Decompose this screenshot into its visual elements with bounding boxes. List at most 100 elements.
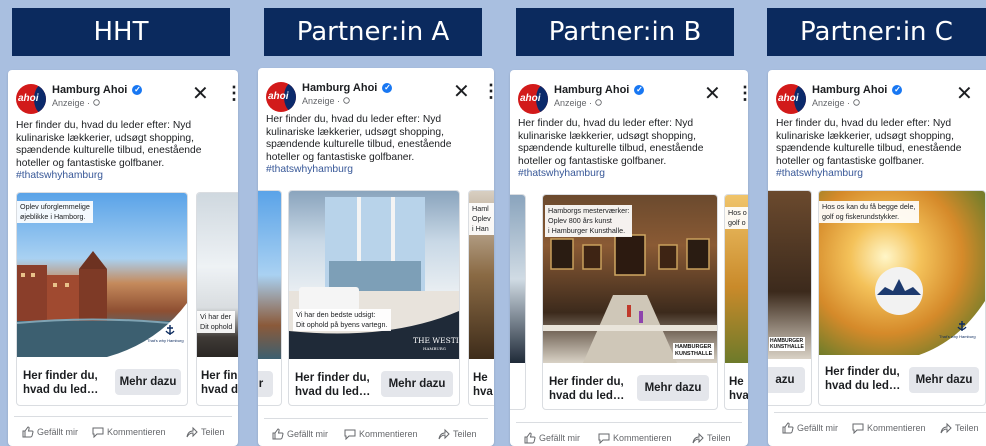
brand-name[interactable]: Hamburg Ahoi ✓ — [302, 82, 393, 94]
globe-icon — [852, 99, 860, 106]
slide-caption: Hos o golf o — [725, 207, 748, 229]
label-hht: HHT — [12, 8, 230, 56]
sponsored-label: Anzeige · — [302, 96, 350, 106]
close-icon[interactable]: ✕ — [192, 84, 209, 104]
more-options-icon[interactable]: ⋮ — [482, 82, 494, 100]
carousel-slide-prev[interactable]: r — [258, 190, 282, 406]
hashtag-link[interactable]: #thatswhyhamburg — [16, 170, 201, 183]
carousel-slide[interactable]: Hos os kan du få begge dele, golf og fisk… — [818, 190, 986, 406]
post-text: Her finder du, hvad du leder efter: Nyd k… — [776, 118, 962, 181]
share-button[interactable]: Teilen — [186, 426, 225, 438]
slide-caption: Vi har der Dit ophold — [197, 311, 236, 333]
share-button[interactable]: Teilen — [940, 422, 979, 434]
globe-icon — [342, 97, 350, 104]
label-partner-b: Partner:in B — [516, 8, 734, 56]
post-header: ahoi Hamburg Ahoi ✓ Anzeige · ✕ ⋮ — [266, 80, 494, 114]
brand-name[interactable]: Hamburg Ahoi ✓ — [812, 84, 903, 96]
comment-icon — [344, 429, 356, 441]
post-header: ahoi Hamburg Ahoi ✓ Anzeige · ✕ ⋮ — [16, 82, 238, 116]
carousel-slide[interactable]: Hamborgs mesterværker: Oplev 800 års kuns… — [542, 194, 718, 410]
kunsthalle-logo: HAMBURGER KUNSTHALLE — [673, 343, 715, 359]
more-options-icon[interactable]: ⋮ — [225, 84, 238, 102]
slide-caption: Hamborgs mesterværker: Oplev 800 års kuns… — [545, 205, 633, 237]
ad-card-partner-a: ahoi Hamburg Ahoi ✓ Anzeige · ✕ ⋮ Her fi… — [258, 68, 494, 446]
more-options-icon[interactable]: ⋮ — [736, 84, 748, 102]
like-button[interactable]: Gefällt mir — [272, 428, 328, 440]
close-icon[interactable]: ✕ — [453, 82, 470, 102]
sponsored-label: Anzeige · — [554, 98, 602, 108]
share-icon — [940, 422, 952, 434]
verified-icon: ✓ — [892, 85, 903, 95]
carousel-slide[interactable]: Vi har den bedste udsigt: Dit ophold på b… — [288, 190, 460, 406]
slide-headline: Her finder du, hvad du led… — [295, 372, 371, 398]
sponsored-label: Anzeige · — [52, 98, 100, 108]
brand-name[interactable]: Hamburg Ahoi ✓ — [52, 84, 143, 96]
comment-button[interactable]: Kommentieren — [92, 426, 166, 439]
more-info-button[interactable]: azu — [768, 367, 805, 393]
ad-card-hht: ahoi Hamburg Ahoi ✓ Anzeige · ✕ ⋮ Her fi… — [8, 70, 238, 446]
slide-image-hotel-room — [289, 191, 459, 359]
ad-card-partner-c: ahoi Hamburg Ahoi ✓ Anzeige · ✕ ⋮ Her fi… — [768, 70, 986, 446]
more-info-button[interactable]: r — [258, 371, 273, 397]
brand-avatar[interactable]: ahoi — [16, 84, 46, 114]
brand-avatar[interactable]: ahoi — [776, 84, 806, 114]
hashtag-link[interactable]: #thatswhyhamburg — [266, 164, 451, 177]
more-info-button[interactable]: Mehr dazu — [381, 371, 453, 397]
hashtag-link[interactable]: #thatswhyhamburg — [776, 168, 961, 181]
like-button[interactable]: Gefällt mir — [782, 422, 838, 434]
thumbs-up-icon — [782, 422, 794, 434]
comment-button[interactable]: Kommentieren — [852, 422, 926, 435]
comment-icon — [852, 423, 864, 435]
verified-icon: ✓ — [634, 85, 645, 95]
carousel-slide-prev[interactable] — [510, 194, 526, 410]
slide-image — [768, 191, 811, 359]
carousel-slide[interactable]: Oplev uforglemmelige øjeblikke i Hamborg.… — [16, 192, 188, 406]
more-info-button[interactable]: Mehr dazu — [909, 367, 979, 393]
anchor-icon — [165, 325, 175, 335]
verified-icon: ✓ — [382, 83, 393, 93]
thumbs-up-icon — [524, 432, 536, 444]
slide-headline: Her fin hvad d — [201, 370, 238, 396]
comment-button[interactable]: Kommentieren — [344, 428, 418, 441]
brand-avatar[interactable]: ahoi — [266, 82, 296, 112]
more-info-button[interactable]: Mehr dazu — [637, 375, 709, 401]
more-info-button[interactable]: Mehr dazu — [115, 369, 181, 395]
close-icon[interactable]: ✕ — [956, 84, 973, 104]
carousel-slide-next[interactable]: Haml Oplev i Han He hva — [468, 190, 494, 406]
share-icon — [438, 428, 450, 440]
carousel-slide-next[interactable]: Vi har der Dit ophold Her fin hvad d — [196, 192, 238, 406]
carousel-slide-prev[interactable]: HAMBURGER KUNSTHALLE azu — [768, 190, 812, 406]
sponsored-label: Anzeige · — [812, 98, 860, 108]
slide-image — [258, 191, 281, 359]
comment-icon — [92, 427, 104, 439]
verified-icon: ✓ — [132, 85, 143, 95]
post-header: ahoi Hamburg Ahoi ✓ Anzeige · ✕ ⋮ — [518, 82, 748, 116]
slide-caption: Vi har den bedste udsigt: Dit ophold på b… — [293, 309, 391, 331]
comment-icon — [598, 433, 610, 445]
slide-headline: He hva — [729, 376, 748, 402]
slide-headline: He hva — [473, 372, 493, 398]
slide-headline: Her finder du, hvad du led… — [825, 366, 901, 392]
post-text: Her finder du, hvad du leder efter: Nyd k… — [16, 120, 202, 183]
hashtag-link[interactable]: #thatswhyhamburg — [518, 168, 703, 181]
logo-mark: That's why Hamburg — [939, 334, 976, 339]
logo-mark: That's why Hamburg — [147, 338, 184, 343]
globe-icon — [92, 99, 100, 106]
brand-name[interactable]: Hamburg Ahoi ✓ — [554, 84, 645, 96]
brand-avatar[interactable]: ahoi — [518, 84, 548, 114]
close-icon[interactable]: ✕ — [704, 84, 721, 104]
comment-button[interactable]: Kommentieren — [598, 432, 672, 445]
thumbs-up-icon — [272, 428, 284, 440]
thumbs-up-icon — [22, 426, 34, 438]
label-partner-a: Partner:in A — [264, 8, 482, 56]
share-button[interactable]: Teilen — [438, 428, 477, 440]
like-button[interactable]: Gefällt mir — [524, 432, 580, 444]
slide-caption: Hos os kan du få begge dele, golf og fisk… — [819, 201, 919, 223]
post-actions: Gefällt mir Kommentieren Teilen — [14, 416, 232, 444]
slide-caption: Haml Oplev i Han — [469, 203, 494, 235]
share-button[interactable]: Teilen — [692, 432, 731, 444]
post-text: Her finder du, hvad du leder efter: Nyd k… — [266, 114, 452, 177]
carousel-slide-next[interactable]: Hos o golf o He hva — [724, 194, 748, 410]
more-options-icon[interactable]: ⋮ — [982, 84, 986, 102]
like-button[interactable]: Gefällt mir — [22, 426, 78, 438]
